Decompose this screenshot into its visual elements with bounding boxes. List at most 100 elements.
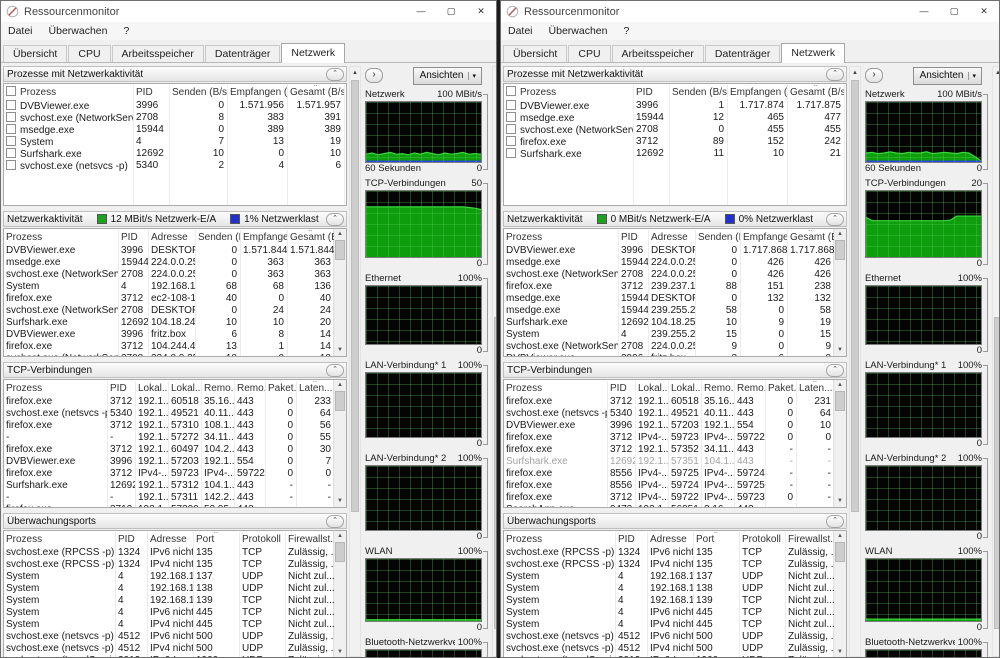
charts-scrollbar[interactable]: ▲ [992, 66, 999, 657]
tab-netzwerk[interactable]: Netzwerk [781, 43, 846, 63]
table-row[interactable]: svchost.exe (netsvcs -p) 5340 192.1... 4952… [504, 408, 835, 420]
menu-item-datei[interactable]: Datei [508, 25, 533, 37]
table-row[interactable]: svchost.exe (NetworkService...2708838339… [4, 112, 346, 124]
table-row[interactable]: System4192.168.1...138UDPNicht zul... [504, 583, 835, 595]
tab-uebersicht[interactable]: Übersicht [503, 45, 568, 62]
table-row[interactable]: System4192.168.1...139TCPNicht zul... [4, 595, 335, 607]
table-row[interactable]: msedge.exe 15944 12 465 477 [504, 112, 846, 124]
tab-cpu[interactable]: CPU [568, 45, 611, 62]
scrollbar-thumb[interactable] [494, 317, 496, 629]
table-row[interactable]: - -192.1... 57272 34.11... 443 0 55 [4, 432, 335, 444]
table-row[interactable]: System4IPv4 nicht...445TCPNicht zul... [4, 619, 335, 631]
tab-uebersicht[interactable]: Übersicht [3, 45, 68, 62]
views-button[interactable]: Ansichten ▾ [912, 66, 982, 85]
menu-item-datei[interactable]: Datei [8, 25, 33, 37]
table-row[interactable]: System4192.168.1...138UDPNicht zul... [4, 583, 335, 595]
collapse-chevron-icon[interactable]: ⌃ [326, 514, 344, 528]
scroll-down-icon[interactable]: ▼ [837, 647, 843, 657]
charts-scrollbar[interactable]: ▲ [492, 66, 496, 657]
table-row[interactable]: firefox.exe 3712 192.1... 60518 35.16... 443 0… [504, 396, 835, 408]
table-row[interactable]: svchost.exe (NetworkService -p)2708224.0… [504, 269, 835, 281]
maximize-button[interactable]: ▢ [436, 1, 466, 22]
table-row[interactable]: svchost.exe (netsvcs -p) 5340 2 4 6 [4, 160, 346, 172]
table-row[interactable]: Surfshark.exe 12692 192.1... 57351 104.1... 4… [504, 456, 835, 468]
expand-chevron-icon[interactable]: › [365, 68, 383, 83]
scroll-down-icon[interactable]: ▼ [337, 647, 343, 657]
table-row[interactable]: Surfshark.exe 12692 192.1... 57312 104.1... 4… [4, 480, 335, 492]
table-row[interactable]: firefox.exe 3712 192.1... 57310 108.1... 443 0… [4, 420, 335, 432]
table-row[interactable]: DVBViewer.exe 3996 192.1... 57203 192.1... 55… [4, 456, 335, 468]
tab-datentraeger[interactable]: Datenträger [704, 45, 781, 62]
table-row[interactable]: firefox.exe 8556 IPv4-... 59724 IPv4-... 5972… [504, 480, 835, 492]
menu-item-ueberwachen[interactable]: Überwachen [49, 25, 108, 37]
tab-arbeitsspeicher[interactable]: Arbeitsspeicher [611, 45, 704, 62]
scroll-up-icon[interactable]: ▲ [837, 531, 843, 542]
row-checkbox[interactable] [6, 160, 16, 170]
table-row[interactable]: System4IPv6 nicht...445TCPNicht zul... [504, 607, 835, 619]
table-row[interactable]: - -192.1... 57311 142.2... 443- - [4, 492, 335, 504]
minimize-button[interactable]: — [406, 1, 436, 22]
tables-scrollbar[interactable]: ▲ [849, 66, 861, 657]
scroll-down-icon[interactable]: ▼ [837, 345, 843, 356]
table-row[interactable]: svchost.exe (RPCSS -p)1324IPv6 nicht...1… [4, 547, 335, 559]
scroll-up-icon[interactable]: ▲ [837, 229, 843, 240]
table-row[interactable]: svchost.exe (NetworkService -p)2708224.0… [4, 353, 335, 356]
table-row[interactable]: Surfshark.exe12692104.18.25...10919 [504, 317, 835, 329]
table-row[interactable]: svchost.exe (netsvcs -p) 5340 192.1... 4952… [4, 408, 335, 420]
close-button[interactable]: ✕ [969, 1, 999, 22]
table-row[interactable]: DVBViewer.exe3996DESKTOP-...01.717.8681.… [504, 245, 835, 257]
row-checkbox[interactable] [6, 148, 16, 158]
row-checkbox[interactable] [6, 112, 16, 122]
table-row[interactable]: firefox.exe 3712 89 152 242 [504, 136, 846, 148]
table-row[interactable]: svchost.exe (netsvcs -p)4512IPv4 nicht..… [504, 643, 835, 655]
table-row[interactable]: firefox.exe 3712 192.1... 60497 104.2... 443 0… [4, 444, 335, 456]
table-row[interactable]: firefox.exe 3712 192.1... 57352 34.11... 443-… [504, 444, 835, 456]
row-checkbox[interactable] [506, 124, 516, 134]
table-row[interactable]: svchost.exe (NetworkService...2708045545… [504, 124, 846, 136]
table-row[interactable]: svchost.exe (NetworkService -p)2708224.0… [4, 269, 335, 281]
table-row[interactable]: firefox.exe 3712 IPv4-... 59723 IPv4-... 5972… [504, 432, 835, 444]
scrollbar-thumb[interactable] [835, 542, 845, 562]
scrollbar-thumb[interactable] [335, 240, 345, 260]
row-checkbox[interactable] [6, 86, 16, 96]
scrollbar-thumb[interactable] [335, 391, 345, 411]
table-row[interactable]: firefox.exe 3712 IPv4-... 59722 IPv4-... 5972… [504, 492, 835, 504]
table-row[interactable]: svchost.exe (netsvcs -p)4512IPv6 nicht..… [4, 631, 335, 643]
table-row[interactable]: System4192.168.1...137UDPNicht zul... [504, 571, 835, 583]
row-checkbox[interactable] [506, 100, 516, 110]
scrollbar-thumb[interactable] [851, 80, 859, 512]
tab-netzwerk[interactable]: Netzwerk [281, 43, 346, 63]
table-row[interactable]: firefox.exe 8556 IPv4-... 59725 IPv4-... 5972… [504, 468, 835, 480]
scroll-up-icon[interactable]: ▲ [850, 67, 860, 79]
scrollbar-thumb[interactable] [335, 542, 345, 562]
table-row[interactable]: firefox.exe3712192.1...5730952.95...443 [4, 504, 335, 507]
table-row[interactable]: firefox.exe 3712 192.1... 60518 35.16... 443 0… [4, 396, 335, 408]
table-row[interactable]: firefox.exe3712ec2-108-1...40040 [4, 293, 335, 305]
minimize-button[interactable]: — [909, 1, 939, 22]
table-row[interactable]: DVBViewer.exe 3996 0 1.571.956 1.571.957 [4, 100, 346, 112]
views-button[interactable]: Ansichten ▾ [412, 66, 482, 85]
table-row[interactable]: svchost.exe (NetworkService -p)2708224.0… [504, 341, 835, 353]
scroll-up-icon[interactable]: ▲ [337, 229, 343, 240]
table-row[interactable]: firefox.exe 3712 IPv4-... 59723 IPv4-... 5972… [4, 468, 335, 480]
scroll-up-icon[interactable]: ▲ [493, 67, 496, 79]
row-checkbox[interactable] [506, 86, 516, 96]
table-row[interactable]: DVBViewer.exe 3996 192.1... 57203 192.1... 55… [504, 420, 835, 432]
row-checkbox[interactable] [6, 100, 16, 110]
scrollbar-thumb[interactable] [835, 391, 845, 411]
tab-arbeitsspeicher[interactable]: Arbeitsspeicher [111, 45, 204, 62]
table-row[interactable]: DVBViewer.exe 3996 fritz.box 6 8 14 [4, 329, 335, 341]
table-row[interactable]: msedge.exe15944239.255.2...58058 [504, 305, 835, 317]
scroll-up-icon[interactable]: ▲ [993, 67, 999, 79]
scroll-up-icon[interactable]: ▲ [337, 531, 343, 542]
row-checkbox[interactable] [506, 148, 516, 158]
close-button[interactable]: ✕ [466, 1, 496, 22]
table-row[interactable]: System4192.168.1...6868136 [4, 281, 335, 293]
table-row[interactable]: msedge.exe 15944 0 389 389 [4, 124, 346, 136]
row-checkbox[interactable] [506, 112, 516, 122]
table-row[interactable]: System4192.168.1...137UDPNicht zul... [4, 571, 335, 583]
scroll-up-icon[interactable]: ▲ [837, 380, 843, 391]
table-row[interactable]: System4192.168.1...139TCPNicht zul... [504, 595, 835, 607]
collapse-chevron-icon[interactable]: ⌃ [826, 514, 844, 528]
table-row[interactable]: firefox.exe3712104.244.4...13114 [4, 341, 335, 353]
